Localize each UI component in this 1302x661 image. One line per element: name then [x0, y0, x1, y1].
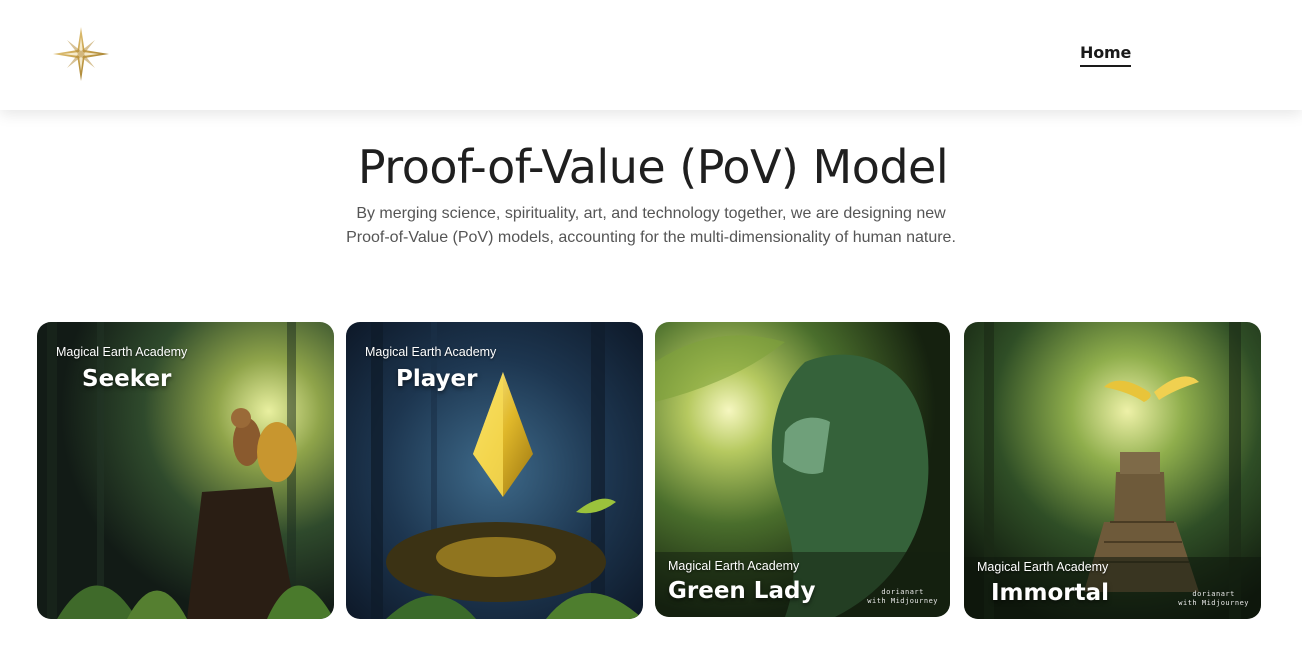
page-subtitle: By merging science, spirituality, art, a… [326, 202, 976, 250]
credit-tool: with Midjourney [867, 597, 938, 605]
card-title: Player [396, 366, 478, 392]
pyramid-bird-image [964, 322, 1261, 619]
credit-artist: dorianart [1192, 590, 1235, 598]
card-immortal[interactable]: Magical Earth Academy Immortal dorianart… [964, 322, 1261, 619]
card-academy-label: Magical Earth Academy [56, 345, 188, 359]
credit-artist: dorianart [881, 588, 924, 596]
artist-credit: dorianart with Midjourney [1178, 590, 1249, 608]
subtitle-line-1: By merging science, spirituality, art, a… [356, 205, 946, 222]
page-title: Proof-of-Value (PoV) Model [357, 140, 949, 194]
card-green-lady[interactable]: Magical Earth Academy Green Lady doriana… [655, 322, 950, 617]
card-player[interactable]: Magical Earth Academy Player [346, 322, 643, 619]
card-title: Seeker [82, 366, 172, 392]
card-title: Immortal [991, 580, 1110, 606]
card-academy-label: Magical Earth Academy [365, 345, 497, 359]
golden-crystal-image [346, 322, 643, 619]
site-header: Home [0, 0, 1302, 110]
card-academy-label: Magical Earth Academy [668, 559, 800, 573]
card-academy-label: Magical Earth Academy [977, 560, 1109, 574]
card-title: Green Lady [668, 578, 816, 604]
star-logo-icon[interactable] [53, 27, 109, 81]
subtitle-line-2: Proof-of-Value (PoV) models, accounting … [346, 229, 956, 246]
nav-home-link[interactable]: Home [1080, 43, 1131, 67]
card-seeker[interactable]: Magical Earth Academy Seeker [37, 322, 334, 619]
artist-credit: dorianart with Midjourney [867, 588, 938, 606]
credit-tool: with Midjourney [1178, 599, 1249, 607]
